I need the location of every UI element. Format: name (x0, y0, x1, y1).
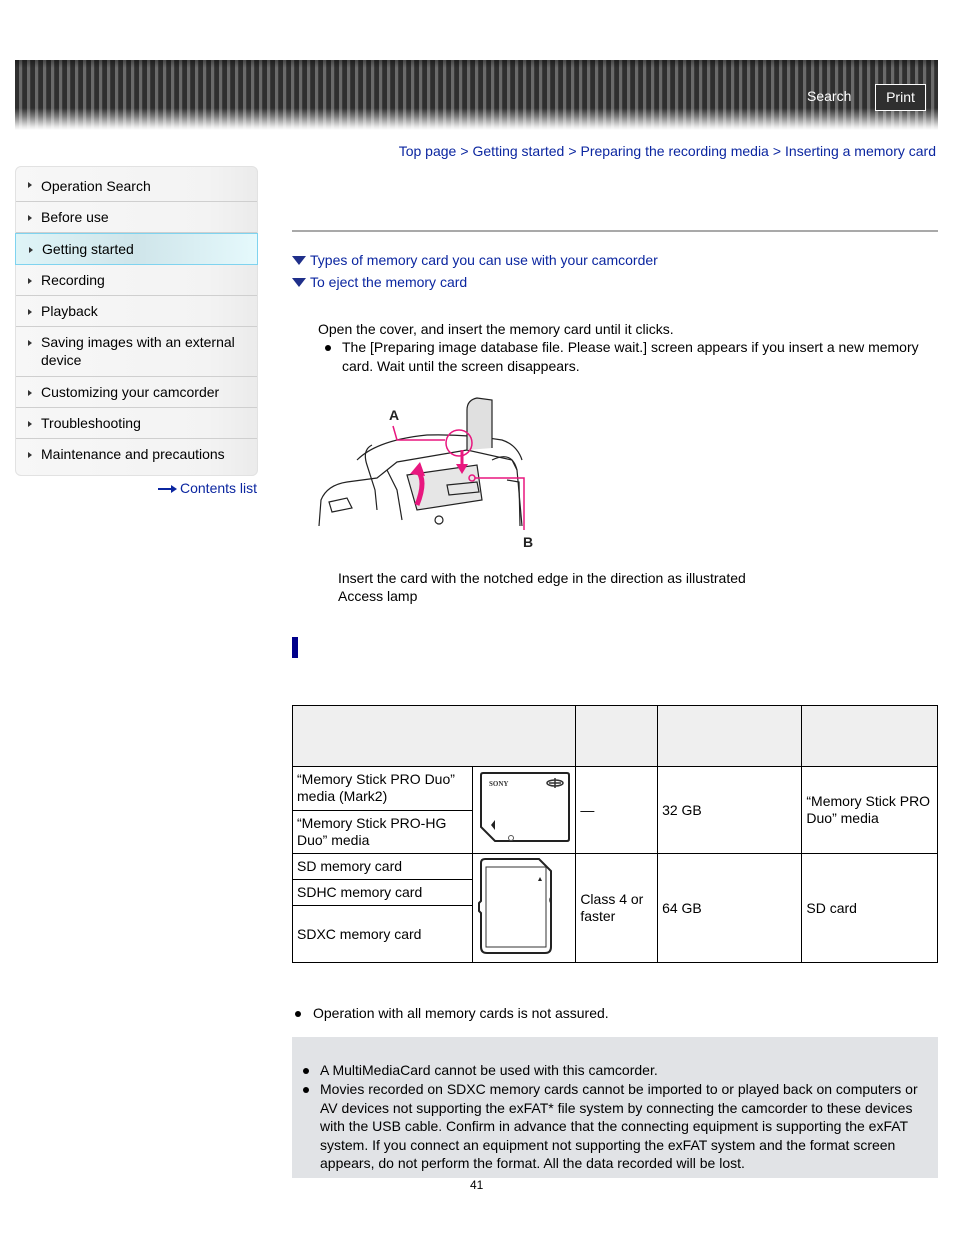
section-heading-marker (292, 637, 298, 658)
caption-b: Access lamp (338, 588, 418, 604)
caret-right-icon (28, 278, 32, 284)
caption-a: Insert the card with the notched edge in… (338, 570, 746, 586)
breadcrumb-inserting-card[interactable]: Inserting a memory card (785, 143, 936, 159)
contents-list-link[interactable]: Contents list (158, 480, 257, 496)
caret-right-icon (28, 182, 32, 188)
triangle-down-icon (292, 277, 306, 287)
jump-link-label: Types of memory card you can use with yo… (310, 252, 658, 268)
caution-note: A MultiMediaCard cannot be used with thi… (320, 1062, 658, 1078)
sidebar-item-recording[interactable]: Recording (16, 265, 257, 296)
memory-card-table: “Memory Stick PRO Duo” media (Mark2) SON… (291, 705, 938, 963)
sidebar-item-label: Customizing your camcorder (41, 384, 220, 400)
breadcrumb: Top page > Getting started > Preparing the r… (399, 143, 936, 159)
sidebar-item-label: Maintenance and precautions (41, 446, 225, 462)
memory-stick-icon: SONY (480, 772, 571, 842)
caution-note: Movies recorded on SDXC memory cards can… (320, 1081, 918, 1172)
card-name-cell: “Memory Stick PRO-HG Duo” media (291, 809, 474, 854)
sidebar-item-label: Troubleshooting (41, 415, 141, 431)
sidebar-item-label: Before use (41, 209, 109, 225)
card-image-cell: SONY (472, 766, 577, 854)
breadcrumb-separator: > (460, 143, 469, 159)
contents-list-label: Contents list (180, 480, 258, 496)
table-row: SD memory card Class 4 or faster 64 GB S… (291, 853, 938, 963)
described-as-cell: “Memory Stick PRO Duo” media (801, 766, 938, 854)
bullet-icon (303, 1087, 309, 1093)
breadcrumb-getting-started[interactable]: Getting started (473, 143, 565, 159)
step-note: The [Preparing image database file. Plea… (342, 339, 919, 374)
sidebar-item-playback[interactable]: Playback (16, 296, 257, 327)
search-button[interactable]: Search (807, 88, 851, 104)
table-header-cell (801, 705, 938, 767)
sidebar-item-label: Getting started (42, 241, 134, 257)
svg-text:SONY: SONY (489, 780, 508, 788)
caret-right-icon (28, 215, 32, 221)
capacity-cell: 64 GB (657, 853, 803, 963)
step-instruction: Open the cover, and insert the memory ca… (318, 321, 674, 337)
breadcrumb-separator: > (772, 143, 782, 159)
print-button[interactable]: Print (875, 84, 926, 111)
caret-right-icon (28, 309, 32, 315)
table-row: “Memory Stick PRO Duo” media (Mark2) SON… (291, 766, 938, 854)
card-name-cell: SDHC memory card (291, 878, 474, 907)
card-image-cell (472, 853, 577, 963)
jump-link-label: To eject the memory card (310, 274, 468, 290)
sidebar-item-maintenance[interactable]: Maintenance and precautions (16, 439, 257, 475)
table-header-cell (575, 705, 659, 767)
speed-class-cell: — (575, 766, 659, 854)
sidebar-item-operation-search[interactable]: Operation Search (16, 167, 257, 202)
table-header-cell (657, 705, 803, 767)
page-number: 41 (470, 1178, 484, 1192)
jump-link-eject[interactable]: To eject the memory card (292, 274, 467, 290)
card-name-cell: SD memory card (291, 853, 474, 880)
bullet-icon (303, 1068, 309, 1074)
card-name-cell: “Memory Stick PRO Duo” media (Mark2) (291, 766, 474, 811)
caret-right-icon (29, 247, 33, 253)
sidebar-item-label: Recording (41, 272, 105, 288)
card-name-cell: SDXC memory card (291, 905, 474, 963)
sd-card-icon (478, 858, 553, 954)
caret-right-icon (28, 390, 32, 396)
bullet-icon (295, 1011, 301, 1017)
table-header-row (291, 705, 938, 767)
jump-link-card-types[interactable]: Types of memory card you can use with yo… (292, 252, 658, 268)
sidebar-nav: Operation Search Before use Getting star… (15, 166, 258, 476)
sidebar-item-label: Operation Search (41, 178, 151, 194)
described-as-cell: SD card (801, 853, 938, 963)
general-note: Operation with all memory cards is not a… (313, 1005, 609, 1021)
caret-right-icon (28, 340, 32, 346)
sidebar-item-label: Playback (41, 303, 98, 319)
table-header-cell (291, 705, 577, 767)
sidebar-item-customizing[interactable]: Customizing your camcorder (16, 377, 257, 408)
triangle-down-icon (292, 255, 306, 265)
sidebar-item-before-use[interactable]: Before use (16, 202, 257, 233)
caret-right-icon (28, 452, 32, 458)
camcorder-insert-illustration: A B (318, 397, 533, 550)
breadcrumb-top-page[interactable]: Top page (399, 143, 457, 159)
breadcrumb-separator: > (568, 143, 577, 159)
title-divider (292, 230, 938, 232)
capacity-cell: 32 GB (657, 766, 803, 854)
sidebar-item-saving-images[interactable]: Saving images with an external device (16, 327, 257, 377)
label-b: B (523, 534, 533, 550)
sidebar-item-troubleshooting[interactable]: Troubleshooting (16, 408, 257, 439)
sidebar-item-label: Saving images with an external device (41, 334, 235, 368)
label-a: A (389, 407, 399, 423)
sidebar-item-getting-started[interactable]: Getting started (15, 233, 258, 265)
arrow-right-icon (158, 484, 178, 494)
speed-class-cell: Class 4 or faster (575, 853, 659, 963)
caret-right-icon (28, 421, 32, 427)
header-bar (15, 60, 938, 130)
bullet-icon (325, 345, 331, 351)
breadcrumb-preparing-media[interactable]: Preparing the recording media (581, 143, 769, 159)
